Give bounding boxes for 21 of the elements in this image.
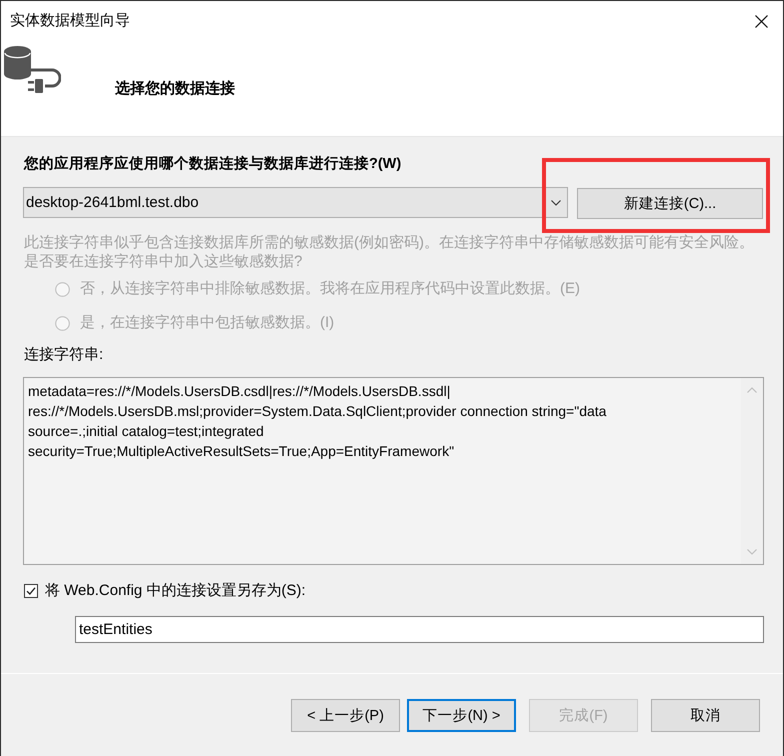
sensitive-data-notice: 此连接字符串似乎包含连接数据库所需的敏感数据(例如密码)。在连接字符串中存储敏感数据可能有安全风险。是否要在连接字符串中加入这些敏感数据? xyxy=(23,233,755,271)
chevron-up-icon[interactable] xyxy=(747,387,757,393)
connection-string-field[interactable]: metadata=res://*/Models.UsersDB.csdl|res://*/Models.UsersDB.ssdl| res://*/Models.UsersDB.msl;provider=System.Data.SqlClient;provider connection string="data source=.;initial catalog=test;integrated security=True;MultipleActiveResultSets=True;App=EntityFramework" xyxy=(23,377,764,565)
next-button[interactable]: 下一步(N) > xyxy=(407,699,516,732)
new-connection-button[interactable]: 新建连接(C)... xyxy=(577,188,763,219)
chevron-down-icon xyxy=(551,200,561,206)
connection-dropdown[interactable]: desktop-2641bml.test.dbo xyxy=(23,187,568,218)
radio-label: 是，在连接字符串中包括敏感数据。(I) xyxy=(80,313,334,333)
checkbox[interactable] xyxy=(24,584,38,598)
window-title: 实体数据模型向导 xyxy=(10,11,130,31)
chevron-down-icon[interactable] xyxy=(747,549,757,555)
back-button[interactable]: < 上一步(P) xyxy=(291,699,400,732)
checkbox-label: 将 Web.Config 中的连接设置另存为(S): xyxy=(45,581,306,601)
page-heading: 选择您的数据连接 xyxy=(115,79,235,99)
radio-label: 否，从连接字符串中排除敏感数据。我将在应用程序代码中设置此数据。(E) xyxy=(80,279,580,299)
database-plug-icon xyxy=(4,46,61,94)
close-icon[interactable] xyxy=(755,14,768,28)
connection-string-label: 连接字符串: xyxy=(23,345,104,365)
connection-question-label: 您的应用程序应使用哪个数据连接与数据库进行连接?(W) xyxy=(23,154,402,174)
entity-name-field[interactable]: testEntities xyxy=(75,616,764,643)
cancel-button[interactable]: 取消 xyxy=(651,699,760,732)
